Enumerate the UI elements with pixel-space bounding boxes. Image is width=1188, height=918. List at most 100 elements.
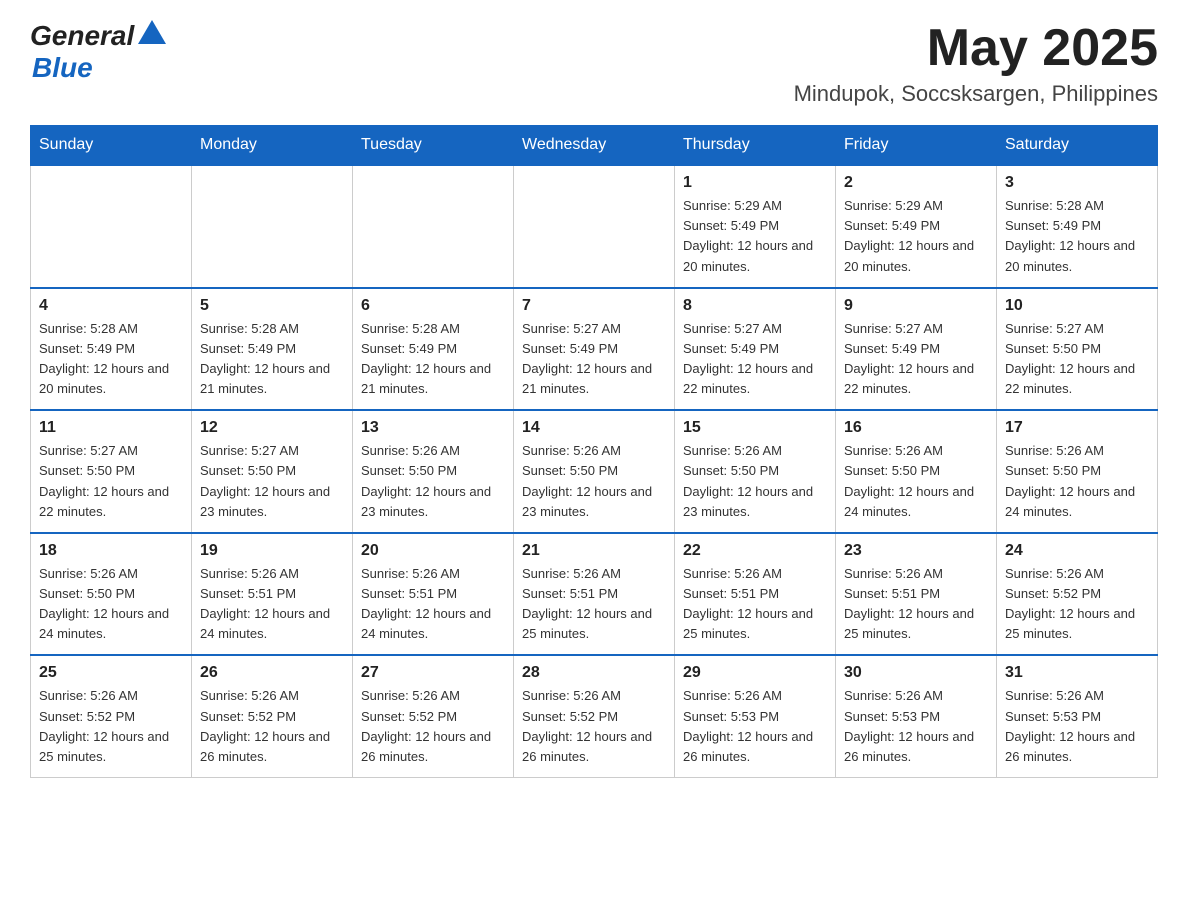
day-number: 28 [522,664,666,682]
day-info: Sunrise: 5:28 AM Sunset: 5:49 PM Dayligh… [200,319,344,400]
calendar-day-cell [353,165,514,288]
day-number: 7 [522,297,666,315]
day-of-week-header: Tuesday [353,126,514,166]
calendar-day-cell: 24Sunrise: 5:26 AM Sunset: 5:52 PM Dayli… [997,533,1158,656]
day-info: Sunrise: 5:26 AM Sunset: 5:50 PM Dayligh… [683,441,827,522]
calendar-day-cell: 13 Sunrise: 5:26 AM Sunset: 5:50 PM Dayli… [353,410,514,533]
day-info: Sunrise: 5:26 AM Sunset: 5:51 PM Dayligh… [522,564,666,645]
day-info: Sunrise: 5:26 AM Sunset: 5:52 PM Dayligh… [39,686,183,767]
calendar-day-cell: 20Sunrise: 5:26 AM Sunset: 5:51 PM Dayli… [353,533,514,656]
calendar-day-cell: 18 Sunrise: 5:26 AM Sunset: 5:50 PM Dayli… [31,533,192,656]
calendar-day-cell: 27 Sunrise: 5:26 AM Sunset: 5:52 PM Dayli… [353,655,514,777]
day-number: 27 [361,664,505,682]
calendar-day-cell: 2 Sunrise: 5:29 AM Sunset: 5:49 PM Daylig… [836,165,997,288]
calendar-day-cell: 29 Sunrise: 5:26 AM Sunset: 5:53 PM Dayli… [675,655,836,777]
day-info: Sunrise: 5:27 AM Sunset: 5:49 PM Dayligh… [844,319,988,400]
day-number: 25 [39,664,183,682]
day-number: 17 [1005,419,1149,437]
calendar-day-cell: 11Sunrise: 5:27 AM Sunset: 5:50 PM Dayli… [31,410,192,533]
day-number: 12 [200,419,344,437]
calendar-day-cell: 9 Sunrise: 5:27 AM Sunset: 5:49 PM Daylig… [836,288,997,411]
calendar-day-cell: 30Sunrise: 5:26 AM Sunset: 5:53 PM Dayli… [836,655,997,777]
calendar-day-cell: 17 Sunrise: 5:26 AM Sunset: 5:50 PM Dayli… [997,410,1158,533]
day-number: 21 [522,542,666,560]
day-info: Sunrise: 5:26 AM Sunset: 5:52 PM Dayligh… [200,686,344,767]
calendar-day-cell: 3Sunrise: 5:28 AM Sunset: 5:49 PM Daylig… [997,165,1158,288]
page-header: General Blue May 2025 Mindupok, Soccsksa… [30,20,1158,107]
calendar-day-cell: 25 Sunrise: 5:26 AM Sunset: 5:52 PM Dayli… [31,655,192,777]
logo-triangle-icon [138,20,166,44]
title-block: May 2025 Mindupok, Soccsksargen, Philipp… [794,20,1158,107]
day-number: 4 [39,297,183,315]
calendar-table: SundayMondayTuesdayWednesdayThursdayFrid… [30,125,1158,778]
day-number: 31 [1005,664,1149,682]
logo-icon [136,28,166,44]
day-info: Sunrise: 5:26 AM Sunset: 5:50 PM Dayligh… [1005,441,1149,522]
day-number: 14 [522,419,666,437]
calendar-day-cell: 14 Sunrise: 5:26 AM Sunset: 5:50 PM Dayli… [514,410,675,533]
day-number: 19 [200,542,344,560]
day-number: 29 [683,664,827,682]
calendar-day-cell: 15 Sunrise: 5:26 AM Sunset: 5:50 PM Dayli… [675,410,836,533]
day-number: 13 [361,419,505,437]
calendar-week-row: 18 Sunrise: 5:26 AM Sunset: 5:50 PM Dayli… [31,533,1158,656]
day-info: Sunrise: 5:26 AM Sunset: 5:50 PM Dayligh… [39,564,183,645]
calendar-day-cell [31,165,192,288]
day-number: 24 [1005,542,1149,560]
calendar-day-cell: 26 Sunrise: 5:26 AM Sunset: 5:52 PM Dayli… [192,655,353,777]
logo-general-text: General [30,20,134,52]
day-number: 8 [683,297,827,315]
day-of-week-header: Saturday [997,126,1158,166]
day-of-week-header: Monday [192,126,353,166]
calendar-day-cell: 1 Sunrise: 5:29 AM Sunset: 5:49 PM Daylig… [675,165,836,288]
location-subtitle: Mindupok, Soccsksargen, Philippines [794,81,1158,107]
day-number: 5 [200,297,344,315]
day-number: 16 [844,419,988,437]
logo-blue-text: Blue [32,52,93,83]
day-info: Sunrise: 5:29 AM Sunset: 5:49 PM Dayligh… [844,196,988,277]
calendar-day-cell: 23Sunrise: 5:26 AM Sunset: 5:51 PM Dayli… [836,533,997,656]
day-info: Sunrise: 5:26 AM Sunset: 5:51 PM Dayligh… [361,564,505,645]
calendar-day-cell: 21 Sunrise: 5:26 AM Sunset: 5:51 PM Dayli… [514,533,675,656]
day-info: Sunrise: 5:26 AM Sunset: 5:53 PM Dayligh… [844,686,988,767]
day-info: Sunrise: 5:26 AM Sunset: 5:53 PM Dayligh… [683,686,827,767]
day-of-week-header: Friday [836,126,997,166]
calendar-body: 1 Sunrise: 5:29 AM Sunset: 5:49 PM Daylig… [31,165,1158,777]
day-number: 2 [844,174,988,192]
day-number: 22 [683,542,827,560]
calendar-day-cell: 7 Sunrise: 5:27 AM Sunset: 5:49 PM Daylig… [514,288,675,411]
calendar-week-row: 1 Sunrise: 5:29 AM Sunset: 5:49 PM Daylig… [31,165,1158,288]
day-info: Sunrise: 5:27 AM Sunset: 5:49 PM Dayligh… [522,319,666,400]
day-info: Sunrise: 5:28 AM Sunset: 5:49 PM Dayligh… [361,319,505,400]
calendar-day-cell: 16 Sunrise: 5:26 AM Sunset: 5:50 PM Dayli… [836,410,997,533]
calendar-day-cell: 19Sunrise: 5:26 AM Sunset: 5:51 PM Dayli… [192,533,353,656]
month-year-title: May 2025 [794,20,1158,77]
calendar-day-cell: 28Sunrise: 5:26 AM Sunset: 5:52 PM Dayli… [514,655,675,777]
day-info: Sunrise: 5:26 AM Sunset: 5:50 PM Dayligh… [361,441,505,522]
calendar-header: SundayMondayTuesdayWednesdayThursdayFrid… [31,126,1158,166]
day-info: Sunrise: 5:29 AM Sunset: 5:49 PM Dayligh… [683,196,827,277]
day-info: Sunrise: 5:27 AM Sunset: 5:49 PM Dayligh… [683,319,827,400]
calendar-day-cell: 8 Sunrise: 5:27 AM Sunset: 5:49 PM Daylig… [675,288,836,411]
day-number: 18 [39,542,183,560]
day-number: 6 [361,297,505,315]
day-info: Sunrise: 5:27 AM Sunset: 5:50 PM Dayligh… [200,441,344,522]
day-number: 10 [1005,297,1149,315]
day-info: Sunrise: 5:26 AM Sunset: 5:51 PM Dayligh… [683,564,827,645]
day-info: Sunrise: 5:27 AM Sunset: 5:50 PM Dayligh… [1005,319,1149,400]
calendar-day-cell: 6 Sunrise: 5:28 AM Sunset: 5:49 PM Daylig… [353,288,514,411]
day-info: Sunrise: 5:26 AM Sunset: 5:50 PM Dayligh… [522,441,666,522]
day-info: Sunrise: 5:26 AM Sunset: 5:50 PM Dayligh… [844,441,988,522]
calendar-week-row: 4 Sunrise: 5:28 AM Sunset: 5:49 PM Daylig… [31,288,1158,411]
day-of-week-header: Thursday [675,126,836,166]
day-number: 1 [683,174,827,192]
day-number: 15 [683,419,827,437]
day-number: 9 [844,297,988,315]
calendar-week-row: 11Sunrise: 5:27 AM Sunset: 5:50 PM Dayli… [31,410,1158,533]
day-info: Sunrise: 5:26 AM Sunset: 5:53 PM Dayligh… [1005,686,1149,767]
day-number: 26 [200,664,344,682]
day-info: Sunrise: 5:26 AM Sunset: 5:52 PM Dayligh… [361,686,505,767]
day-of-week-header: Wednesday [514,126,675,166]
day-info: Sunrise: 5:28 AM Sunset: 5:49 PM Dayligh… [1005,196,1149,277]
calendar-day-cell: 12 Sunrise: 5:27 AM Sunset: 5:50 PM Dayli… [192,410,353,533]
